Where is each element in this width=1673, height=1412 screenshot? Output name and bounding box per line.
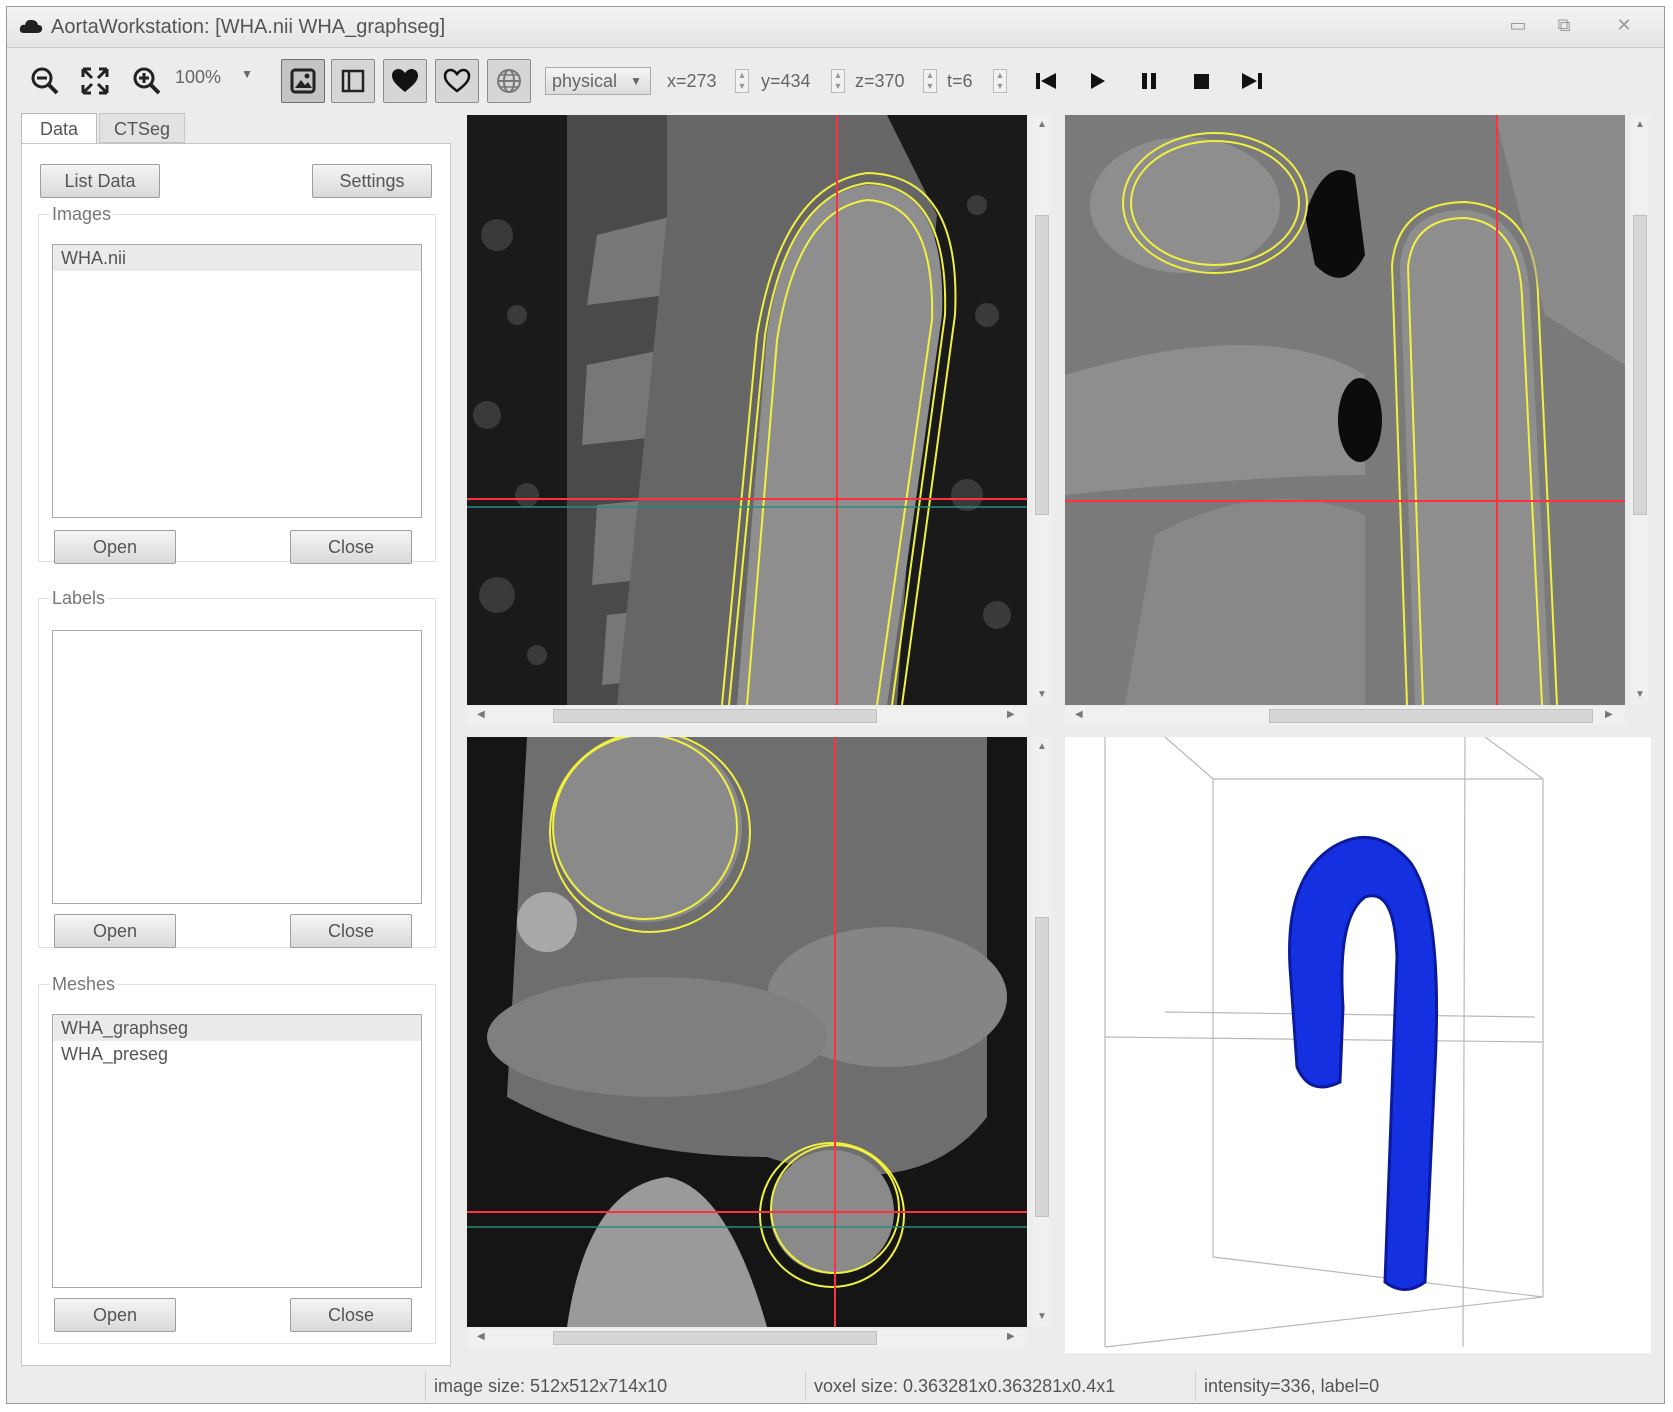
- horizontal-scrollbar[interactable]: ◀ ▶: [467, 707, 1027, 725]
- zoom-in-icon[interactable]: [125, 59, 169, 103]
- spin-arrows-icon[interactable]: ▲ ▼: [923, 69, 937, 93]
- data-panel: List Data Settings Images WHA.nii Open C…: [21, 143, 451, 1366]
- skip-back-icon[interactable]: [1025, 59, 1069, 103]
- play-icon[interactable]: [1075, 59, 1119, 103]
- chevron-down-icon: ▼: [241, 67, 253, 81]
- stop-icon[interactable]: [1179, 59, 1223, 103]
- globe-icon[interactable]: [487, 59, 531, 103]
- vertical-scrollbar[interactable]: ▲ ▼: [1033, 115, 1051, 705]
- image-size-status: image size: 512x512x714x10: [425, 1371, 795, 1401]
- scroll-right-icon[interactable]: ▶: [1007, 1331, 1015, 1342]
- meshes-close-button[interactable]: Close: [290, 1298, 412, 1332]
- images-group-label: Images: [50, 204, 114, 225]
- scroll-up-icon[interactable]: ▲: [1037, 119, 1047, 130]
- coronal-view[interactable]: [1065, 115, 1625, 705]
- chevron-down-icon: ▼: [630, 74, 642, 88]
- heart-filled-icon[interactable]: [383, 59, 427, 103]
- list-item[interactable]: WHA_graphseg: [53, 1015, 421, 1041]
- fit-icon[interactable]: [73, 59, 117, 103]
- y-coordinate-value: y=434: [761, 71, 811, 91]
- axial-view[interactable]: [467, 737, 1027, 1327]
- list-item[interactable]: WHA_preseg: [53, 1041, 421, 1067]
- labels-list[interactable]: [52, 630, 422, 904]
- sagittal-view[interactable]: [467, 115, 1027, 705]
- scrollbar-thumb[interactable]: [1633, 215, 1647, 515]
- list-item[interactable]: WHA.nii: [53, 245, 421, 271]
- scrollbar-thumb[interactable]: [553, 709, 877, 723]
- coordinate-space-select[interactable]: physical ▼: [545, 67, 651, 95]
- vertical-scrollbar[interactable]: ▲ ▼: [1631, 115, 1649, 705]
- vertical-scrollbar[interactable]: ▲ ▼: [1033, 737, 1051, 1327]
- status-bar: image size: 512x512x714x10 voxel size: 0…: [15, 1371, 1655, 1401]
- skip-forward-icon[interactable]: [1229, 59, 1273, 103]
- zoom-select[interactable]: 100% ▼: [175, 67, 265, 95]
- maximize-icon[interactable]: ⧉: [1547, 13, 1581, 37]
- spin-arrows-icon[interactable]: ▲ ▼: [735, 69, 749, 93]
- image-view-icon[interactable]: [281, 59, 325, 103]
- coronal-slice-image: [1065, 115, 1625, 705]
- images-list[interactable]: WHA.nii: [52, 244, 422, 518]
- aorta-mesh-render: [1104, 737, 1544, 1348]
- scroll-right-icon[interactable]: ▶: [1605, 709, 1613, 720]
- scrollbar-thumb[interactable]: [553, 1331, 877, 1345]
- voxel-size-status: voxel size: 0.363281x0.363281x0.4x1: [805, 1371, 1185, 1401]
- scroll-up-icon[interactable]: ▲: [1037, 741, 1047, 752]
- layout-icon[interactable]: [331, 59, 375, 103]
- close-icon[interactable]: ✕: [1607, 13, 1641, 37]
- meshes-list[interactable]: WHA_graphseg WHA_preseg: [52, 1014, 422, 1288]
- images-close-button[interactable]: Close: [290, 530, 412, 564]
- t-coordinate-value: t=6: [947, 71, 973, 91]
- scroll-left-icon[interactable]: ◀: [477, 709, 485, 720]
- scroll-down-icon[interactable]: ▼: [1037, 1311, 1047, 1322]
- pause-icon[interactable]: [1127, 59, 1171, 103]
- horizontal-scrollbar[interactable]: ◀ ▶: [1065, 707, 1625, 725]
- x-coordinate-spinbox[interactable]: x=273 ▲ ▼: [667, 67, 749, 95]
- scroll-right-icon[interactable]: ▶: [1007, 709, 1015, 720]
- window-title: AortaWorkstation: [WHA.nii WHA_graphseg]: [51, 16, 446, 38]
- tab-ctseg[interactable]: CTSeg: [99, 113, 185, 143]
- minimize-icon[interactable]: ▭: [1501, 13, 1535, 37]
- horizontal-scrollbar[interactable]: ◀ ▶: [467, 1329, 1027, 1347]
- coordinate-space-value: physical: [552, 71, 618, 91]
- toolbar: 100% ▼ physical ▼ x=273 ▲ ▼ y=434 ▲ ▼ z=…: [7, 49, 1664, 115]
- sagittal-slice-image: [467, 115, 1027, 705]
- cloud-icon: [19, 19, 43, 33]
- 3d-mesh-view[interactable]: [1065, 737, 1651, 1353]
- scrollbar-thumb[interactable]: [1269, 709, 1593, 723]
- settings-button[interactable]: Settings: [312, 164, 432, 198]
- spin-arrows-icon[interactable]: ▲ ▼: [831, 69, 845, 93]
- z-coordinate-spinbox[interactable]: z=370 ▲ ▼: [855, 67, 937, 95]
- t-coordinate-spinbox[interactable]: t=6 ▲ ▼: [947, 67, 1007, 95]
- scroll-down-icon[interactable]: ▼: [1635, 689, 1645, 700]
- tab-data[interactable]: Data: [21, 113, 97, 143]
- labels-group-label: Labels: [50, 588, 108, 609]
- scroll-left-icon[interactable]: ◀: [1075, 709, 1083, 720]
- scroll-up-icon[interactable]: ▲: [1635, 119, 1645, 130]
- labels-open-button[interactable]: Open: [54, 914, 176, 948]
- meshes-open-button[interactable]: Open: [54, 1298, 176, 1332]
- images-open-button[interactable]: Open: [54, 530, 176, 564]
- zoom-value: 100%: [175, 67, 222, 87]
- meshes-group-label: Meshes: [50, 974, 118, 995]
- y-coordinate-spinbox[interactable]: y=434 ▲ ▼: [761, 67, 845, 95]
- list-data-button[interactable]: List Data: [40, 164, 160, 198]
- scroll-down-icon[interactable]: ▼: [1037, 689, 1047, 700]
- axial-slice-image: [467, 737, 1027, 1327]
- z-coordinate-value: z=370: [855, 71, 905, 91]
- labels-close-button[interactable]: Close: [290, 914, 412, 948]
- title-bar: AortaWorkstation: [WHA.nii WHA_graphseg]…: [7, 7, 1664, 48]
- scrollbar-thumb[interactable]: [1035, 215, 1049, 515]
- main-window: AortaWorkstation: [WHA.nii WHA_graphseg]…: [6, 6, 1665, 1404]
- scrollbar-thumb[interactable]: [1035, 917, 1049, 1217]
- intensity-status: intensity=336, label=0: [1195, 1371, 1635, 1401]
- scroll-left-icon[interactable]: ◀: [477, 1331, 485, 1342]
- spin-arrows-icon[interactable]: ▲ ▼: [993, 69, 1007, 93]
- heart-outline-icon[interactable]: [435, 59, 479, 103]
- x-coordinate-value: x=273: [667, 71, 717, 91]
- zoom-out-icon[interactable]: [23, 59, 67, 103]
